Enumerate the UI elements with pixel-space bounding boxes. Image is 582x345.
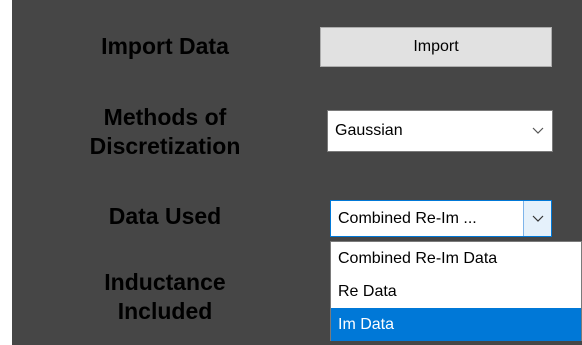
data-used-label: Data Used	[108, 203, 222, 229]
dropdown-option-combined[interactable]: Combined Re-Im Data	[331, 242, 581, 275]
dropdown-option-im-data[interactable]: Im Data	[331, 308, 581, 341]
data-used-select[interactable]: Combined Re-Im ...	[330, 200, 552, 237]
data-used-select-value: Combined Re-Im ...	[338, 209, 477, 227]
import-button[interactable]: Import	[320, 27, 552, 67]
dropdown-option-re-data[interactable]: Re Data	[331, 275, 581, 308]
import-data-label: Import Data	[101, 33, 229, 59]
methods-of-discretization-label: Methods of Discretization	[89, 104, 241, 159]
discretization-select[interactable]: Gaussian	[327, 110, 553, 152]
chevron-down-icon[interactable]	[523, 201, 551, 236]
inductance-included-label: Inductance Included	[104, 269, 226, 324]
discretization-select-value: Gaussian	[335, 122, 403, 139]
data-used-dropdown-list: Combined Re-Im Data Re Data Im Data	[330, 241, 582, 341]
chevron-down-icon[interactable]	[524, 111, 552, 151]
